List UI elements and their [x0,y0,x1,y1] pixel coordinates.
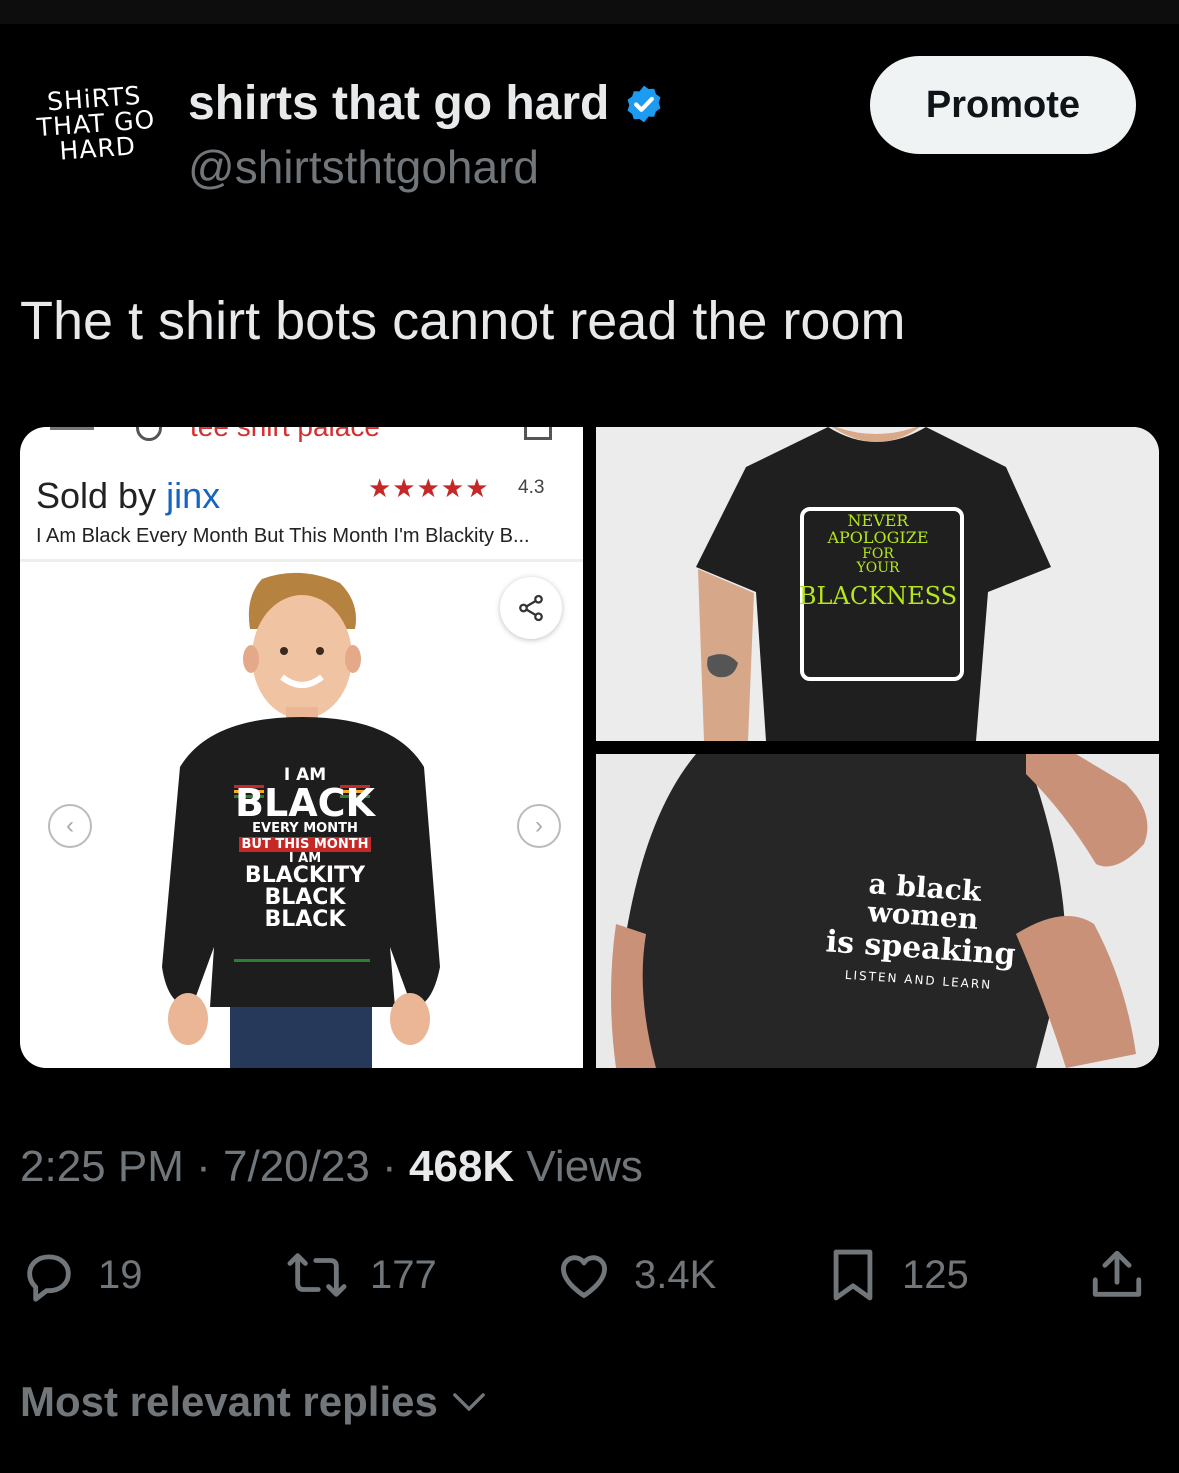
media-image-shirt-never-apologize[interactable]: NEVER APOLOGIZE FOR YOUR BLACKNESS [596,427,1159,741]
replies-sort-dropdown[interactable]: Most relevant replies [20,1378,486,1426]
print-line: BLACKNESS [798,581,958,610]
bookmark-count: 125 [902,1252,969,1297]
heart-icon [561,1255,607,1298]
print-line: YOUR [856,560,900,577]
views-label: Views [526,1142,643,1191]
upload-share-icon [1092,1250,1142,1297]
rating-value: 4.3 [518,477,545,498]
tweet-meta: 2:25 PM · 7/20/23 · 468K Views [20,1142,643,1192]
reply-count: 19 [98,1252,143,1297]
bookmark-icon [833,1249,873,1301]
share-tweet-button[interactable] [1088,1240,1146,1310]
bookmark-button[interactable]: 125 [824,1240,969,1310]
like-count: 3.4K [634,1252,717,1297]
star-rating: ★★★★★ [368,473,490,503]
sold-by-label: Sold by [36,475,157,516]
repost-count: 177 [370,1252,437,1297]
print-line: BLACK [264,885,346,910]
tweet-time[interactable]: 2:25 PM [20,1142,184,1191]
repost-button[interactable]: 177 [284,1240,437,1310]
sold-by: Sold by jinx [36,475,220,517]
print-line: APOLOGIZE [827,527,929,547]
shirt-print-speaking: a black women is speaking LISTEN AND LEA… [818,867,1025,993]
print-line: BLACK [235,781,375,825]
meta-separator: · [196,1142,223,1191]
replies-sort-label: Most relevant replies [20,1378,438,1425]
next-image-button: › [517,804,561,848]
sweatshirt-print: I AM BLACK EVERY MONTH BUT THIS MONTH I … [225,767,385,931]
avatar[interactable]: SHiRTS THAT GO HARD [26,81,166,186]
user-handle[interactable]: @shirtsthtgohard [188,140,539,194]
action-bar: 19 177 3.4K 125 [20,1240,1159,1310]
display-name-row[interactable]: shirts that go hard [188,76,665,131]
reply-icon [27,1254,71,1302]
display-name[interactable]: shirts that go hard [188,76,609,131]
media-image-shop-listing[interactable]: tee shirt palace Sold by jinx ★★★★★ 4.3 … [20,427,583,1068]
print-line: BLACKITY [244,863,366,888]
prev-image-button: ‹ [48,804,92,848]
divider [20,559,583,562]
repost-icon [287,1253,347,1297]
share-button [500,577,562,639]
search-icon [136,427,162,441]
seller-name: jinx [166,475,221,516]
share-icon [519,594,543,622]
status-strip [0,0,1179,24]
shop-header-cropped: tee shirt palace [20,427,583,443]
tweet-text: The t shirt bots cannot read the room [20,291,906,351]
promote-button[interactable]: Promote [870,56,1136,154]
product-title: I Am Black Every Month But This Month I'… [36,525,530,547]
shirt-print-never-apologize: NEVER APOLOGIZE FOR YOUR BLACKNESS [792,512,964,610]
media-image-shirt-speaking[interactable]: a black women is speaking LISTEN AND LEA… [596,754,1159,1068]
views-count: 468K [408,1142,515,1191]
like-button[interactable]: 3.4K [554,1240,716,1310]
print-line: BLACK [264,907,346,932]
print-line: BUT THIS MONTH [238,837,372,852]
verified-badge-icon [627,85,661,122]
reply-button[interactable]: 19 [20,1240,143,1310]
shop-store-name: tee shirt palace [190,427,380,443]
menu-icon [50,427,94,430]
print-line: FOR [862,545,894,562]
chevron-down-icon [452,1393,485,1411]
cart-icon [524,427,552,440]
media-grid[interactable]: tee shirt palace Sold by jinx ★★★★★ 4.3 … [20,427,1159,1068]
meta-separator: · [382,1142,409,1191]
tweet-date[interactable]: 7/20/23 [223,1142,370,1191]
